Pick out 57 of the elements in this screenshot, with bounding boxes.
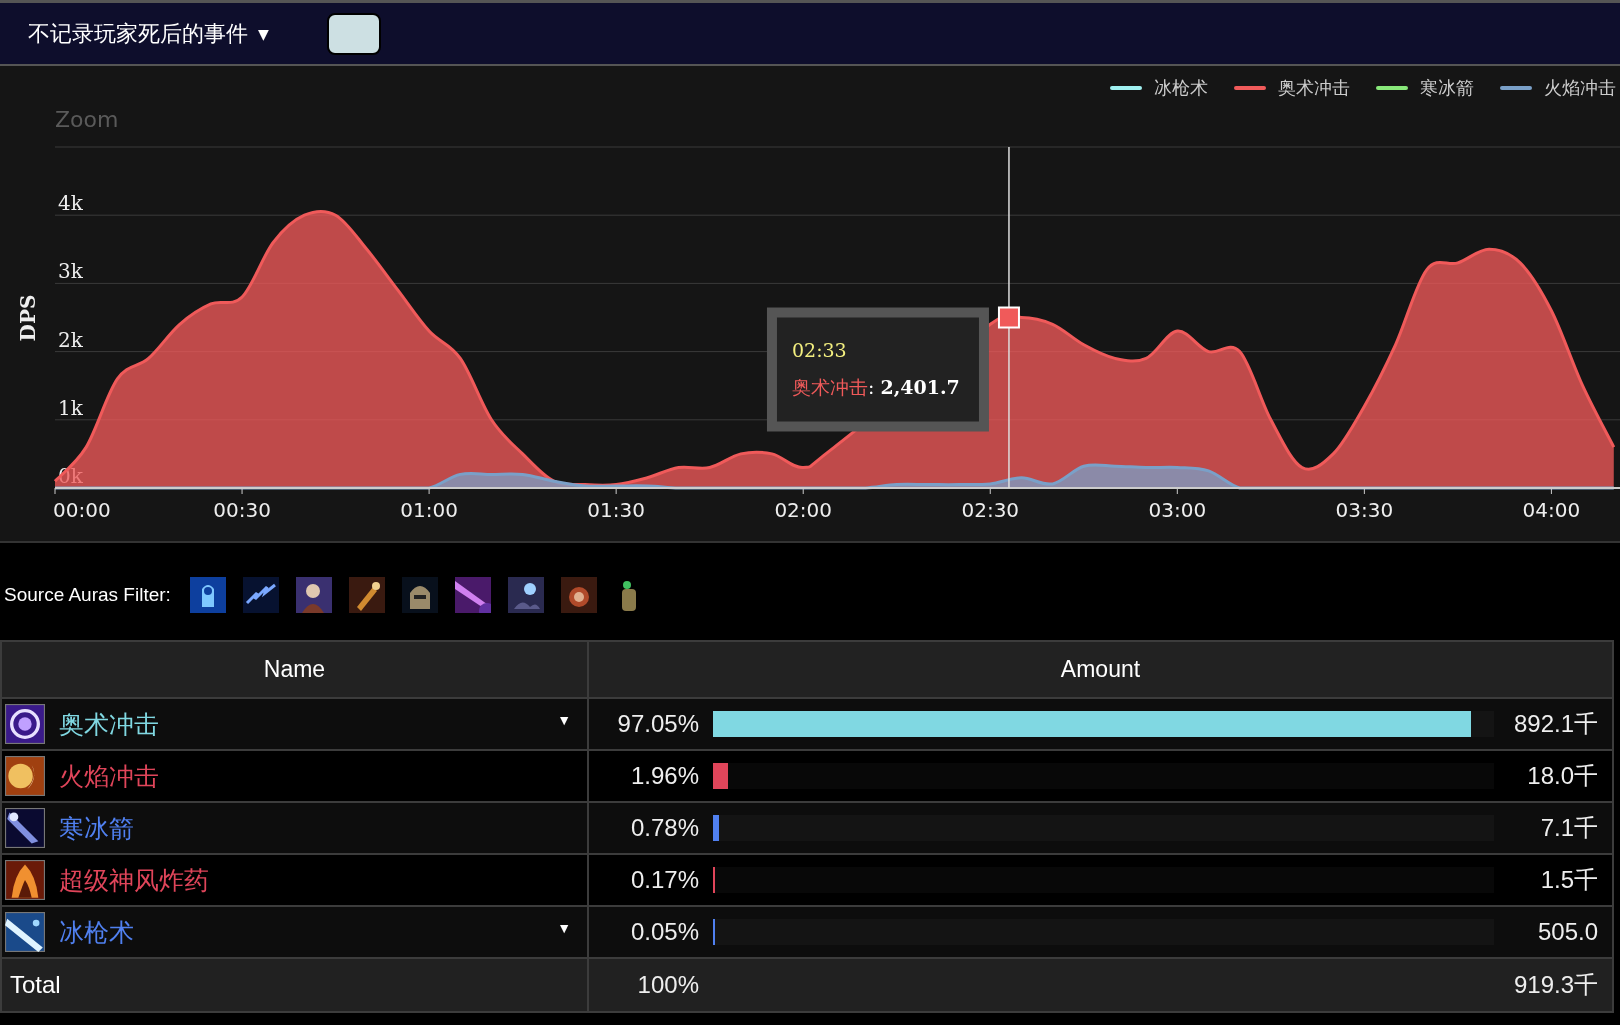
tooltip-value: 奥术冲击: 2,401.7 (791, 375, 960, 398)
x-tick-label: 03:00 (1148, 498, 1207, 522)
figure-icon[interactable] (295, 576, 332, 613)
column-header[interactable]: Name (1, 641, 588, 698)
legend-item[interactable]: 火焰冲击 (1500, 76, 1616, 100)
x-tick-label: 01:30 (587, 498, 645, 522)
legend-item[interactable]: 冰枪术 (1110, 76, 1208, 100)
toggle-button[interactable] (326, 12, 381, 55)
hover-marker (997, 306, 1020, 329)
amount-text: 1.5千 (1539, 865, 1598, 895)
percent-text: 97.05% (616, 710, 699, 738)
percent-text: 0.17% (629, 866, 699, 894)
legend-item[interactable]: 奥术冲击 (1234, 76, 1350, 100)
amount-text: 7.1千 (1539, 813, 1598, 843)
x-tick-label: 02:30 (961, 498, 1020, 522)
column-header[interactable]: Amount (588, 641, 1613, 698)
total-amount: 919.3千 (1512, 970, 1598, 1000)
flame-icon (5, 756, 45, 796)
blaze-icon (5, 860, 45, 900)
expand-caret[interactable]: ▼ (557, 920, 571, 936)
legend-label: 火焰冲击 (1544, 76, 1616, 100)
expand-caret[interactable]: ▼ (557, 712, 571, 728)
ice-shard-icon (5, 912, 45, 952)
spell-name[interactable]: 冰枪术 (59, 915, 544, 949)
y-tick-label: 2k (58, 327, 83, 352)
filter-dropdown[interactable]: 不记录玩家死后的事件 ▼ (28, 18, 269, 49)
y-axis-label: DPS (16, 294, 40, 342)
x-tick-label: 03:30 (1335, 498, 1394, 522)
y-tick-label: 1k (58, 395, 83, 420)
comet-icon (5, 808, 45, 848)
x-tick-label: 00:30 (213, 498, 271, 522)
percent-text: 0.05% (629, 918, 699, 946)
legend-label: 寒冰箭 (1420, 76, 1474, 100)
beam-icon[interactable] (454, 576, 491, 613)
amount-text: 18.0千 (1526, 761, 1598, 791)
legend-item[interactable]: 寒冰箭 (1376, 76, 1474, 100)
lightning-icon[interactable] (242, 576, 279, 613)
percent-text: 1.96% (629, 762, 699, 790)
x-tick-label: 00:00 (53, 498, 111, 522)
legend-label: 奥术冲击 (1278, 76, 1350, 100)
amount-text: 505.0 (1536, 918, 1598, 946)
x-tick-label: 02:00 (774, 498, 833, 522)
spell-name[interactable]: 奥术冲击 (59, 707, 544, 741)
x-tick-label: 01:00 (400, 498, 458, 522)
y-tick-label: 4k (58, 191, 83, 216)
vial-icon[interactable] (348, 576, 385, 613)
helmet-icon[interactable] (401, 576, 438, 613)
filter-label: Source Auras Filter: (4, 583, 171, 606)
y-tick-label: 3k (58, 259, 83, 284)
x-tick-label: 04:00 (1522, 498, 1581, 522)
total-label: Total (9, 971, 61, 998)
ring-icon (5, 704, 45, 744)
amount-text: 892.1千 (1512, 709, 1598, 739)
legend-label: 冰枪术 (1154, 76, 1208, 100)
percent-text: 0.78% (629, 814, 699, 842)
total-percent: 100% (636, 971, 699, 999)
tooltip-time: 02:33 (791, 338, 847, 361)
